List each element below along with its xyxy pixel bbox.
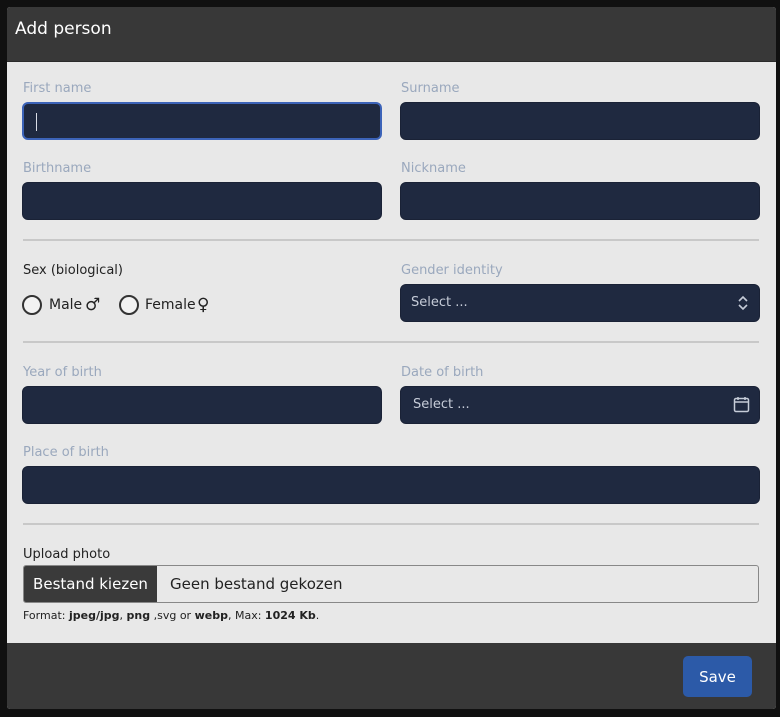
divider xyxy=(23,523,759,525)
format-sep: ,svg xyxy=(153,609,177,622)
dialog-title: Add person xyxy=(15,19,112,39)
add-person-dialog: Add person First name Surname Birthname … xyxy=(7,7,776,709)
text-caret xyxy=(36,113,37,131)
sex-label: Sex (biological) xyxy=(23,263,123,278)
year-of-birth-input[interactable] xyxy=(22,386,382,424)
divider xyxy=(23,341,759,343)
first-name-input[interactable] xyxy=(22,102,382,140)
birthname-label: Birthname xyxy=(23,161,92,176)
surname-label: Surname xyxy=(401,81,460,96)
format-type: webp xyxy=(194,609,228,622)
surname-input[interactable] xyxy=(400,102,760,140)
gender-identity-select[interactable]: Select ... xyxy=(400,284,760,322)
date-of-birth-label: Date of birth xyxy=(401,365,484,380)
place-of-birth-label: Place of birth xyxy=(23,445,109,460)
sex-female-label[interactable]: Female xyxy=(145,297,196,313)
format-end: . xyxy=(315,609,320,622)
dialog-header: Add person xyxy=(7,7,776,62)
gender-identity-label: Gender identity xyxy=(401,263,503,278)
calendar-icon[interactable] xyxy=(733,396,750,413)
female-symbol-icon: ♀ xyxy=(197,295,210,315)
nickname-input[interactable] xyxy=(400,182,760,220)
year-of-birth-label: Year of birth xyxy=(23,365,102,380)
save-button[interactable]: Save xyxy=(683,656,752,697)
gender-identity-placeholder: Select ... xyxy=(411,295,468,310)
date-of-birth-input[interactable]: Select ... xyxy=(400,386,760,424)
format-or: or xyxy=(179,609,192,622)
nickname-label: Nickname xyxy=(401,161,466,176)
dialog-footer: Save xyxy=(7,643,776,709)
birthname-input[interactable] xyxy=(22,182,382,220)
format-sep: , xyxy=(119,609,124,622)
divider xyxy=(23,239,759,241)
format-prefix: Format: xyxy=(23,609,66,622)
choose-file-button[interactable]: Bestand kiezen xyxy=(24,566,157,602)
format-max: 1024 Kb xyxy=(264,609,316,622)
place-of-birth-input[interactable] xyxy=(22,466,760,504)
file-status: Geen bestand gekozen xyxy=(170,575,343,593)
sex-male-label[interactable]: Male xyxy=(49,297,82,313)
format-max-prefix: , Max: xyxy=(227,609,262,622)
chevron-up-down-icon xyxy=(738,295,748,311)
first-name-label: First name xyxy=(23,81,92,96)
format-hint: Format: jpeg/jpg, png ,svg or webp, Max:… xyxy=(23,609,319,622)
upload-photo-label: Upload photo xyxy=(23,547,111,562)
file-input[interactable]: Bestand kiezen Geen bestand gekozen xyxy=(23,565,759,603)
format-type: jpeg/jpg xyxy=(68,609,120,622)
sex-male-radio[interactable] xyxy=(22,295,42,315)
sex-female-radio[interactable] xyxy=(119,295,139,315)
male-symbol-icon: ♂ xyxy=(85,295,101,315)
format-type: png xyxy=(126,609,151,622)
date-of-birth-placeholder: Select ... xyxy=(413,397,470,412)
